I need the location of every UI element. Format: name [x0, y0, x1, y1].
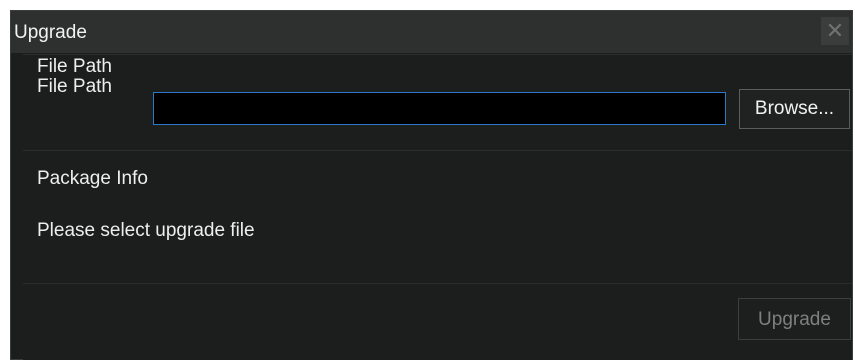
- package-info-heading: Package Info: [37, 168, 148, 189]
- upgrade-button[interactable]: Upgrade: [738, 298, 851, 340]
- file-path-input[interactable]: [153, 92, 726, 125]
- package-info-message: Please select upgrade file: [37, 220, 255, 241]
- file-path-heading: File Path: [37, 56, 112, 77]
- dialog-title: Upgrade: [14, 22, 87, 43]
- upgrade-dialog: Upgrade ✕ File Path File Path Browse... …: [10, 10, 853, 360]
- close-icon[interactable]: ✕: [821, 17, 849, 45]
- title-bar: Upgrade ✕: [11, 11, 852, 53]
- file-path-section: File Path File Path Browse...: [23, 54, 852, 150]
- file-path-label: File Path: [37, 76, 112, 97]
- browse-button[interactable]: Browse...: [739, 89, 850, 129]
- dialog-footer: Upgrade: [23, 283, 852, 360]
- package-info-section: Package Info Please select upgrade file: [23, 150, 852, 283]
